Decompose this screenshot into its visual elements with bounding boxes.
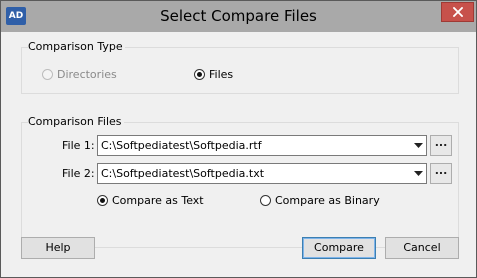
compare-as-binary-radio[interactable]: Compare as Binary — [260, 193, 380, 207]
file2-value[interactable]: C:\Softpediatest\Softpedia.txt — [101, 167, 264, 180]
file1-browse-button[interactable]: ... — [430, 135, 452, 156]
directories-radio-circle — [42, 68, 53, 80]
help-button[interactable]: Help — [21, 237, 95, 259]
file1-value[interactable]: C:\Softpediatest\Softpedia.rtf — [101, 139, 262, 152]
title-bar[interactable]: AD Select Compare Files — [1, 1, 476, 32]
compare-as-text-radio[interactable]: Compare as Text — [97, 193, 204, 207]
chevron-down-icon — [414, 143, 423, 148]
close-icon — [453, 7, 463, 17]
cancel-button[interactable]: Cancel — [385, 237, 459, 259]
files-label: Files — [209, 67, 234, 81]
file1-dropdown-button[interactable] — [410, 136, 426, 155]
compare-as-binary-circle — [260, 194, 271, 206]
chevron-down-icon — [414, 171, 423, 176]
file1-label: File 1: — [62, 139, 95, 152]
directories-radio[interactable]: Directories — [42, 67, 117, 81]
dialog-content: Comparison Type Directories Files Compar… — [9, 32, 468, 269]
files-radio-circle — [194, 68, 205, 80]
compare-button[interactable]: Compare — [302, 237, 376, 259]
file2-label: File 2: — [62, 167, 95, 180]
close-button[interactable] — [441, 2, 474, 22]
window-title: Select Compare Files — [160, 7, 317, 25]
file2-combobox[interactable]: C:\Softpediatest\Softpedia.txt — [97, 163, 427, 184]
directories-label: Directories — [57, 67, 117, 81]
file1-combobox[interactable]: C:\Softpediatest\Softpedia.rtf — [97, 135, 427, 156]
comparison-files-group: Comparison Files File 1: C:\Softpediates… — [21, 115, 459, 248]
comparison-type-group: Comparison Type Directories Files — [21, 40, 459, 94]
files-radio[interactable]: Files — [194, 67, 233, 81]
file2-dropdown-button[interactable] — [410, 164, 426, 183]
comparison-files-label: Comparison Files — [28, 115, 124, 128]
compare-as-text-label: Compare as Text — [112, 193, 204, 207]
compare-as-text-circle — [97, 194, 108, 206]
compare-as-binary-label: Compare as Binary — [275, 193, 380, 207]
dialog-window: AD Select Compare Files Comparison Type … — [0, 0, 477, 278]
file2-browse-button[interactable]: ... — [430, 163, 452, 184]
comparison-type-label: Comparison Type — [28, 40, 125, 53]
